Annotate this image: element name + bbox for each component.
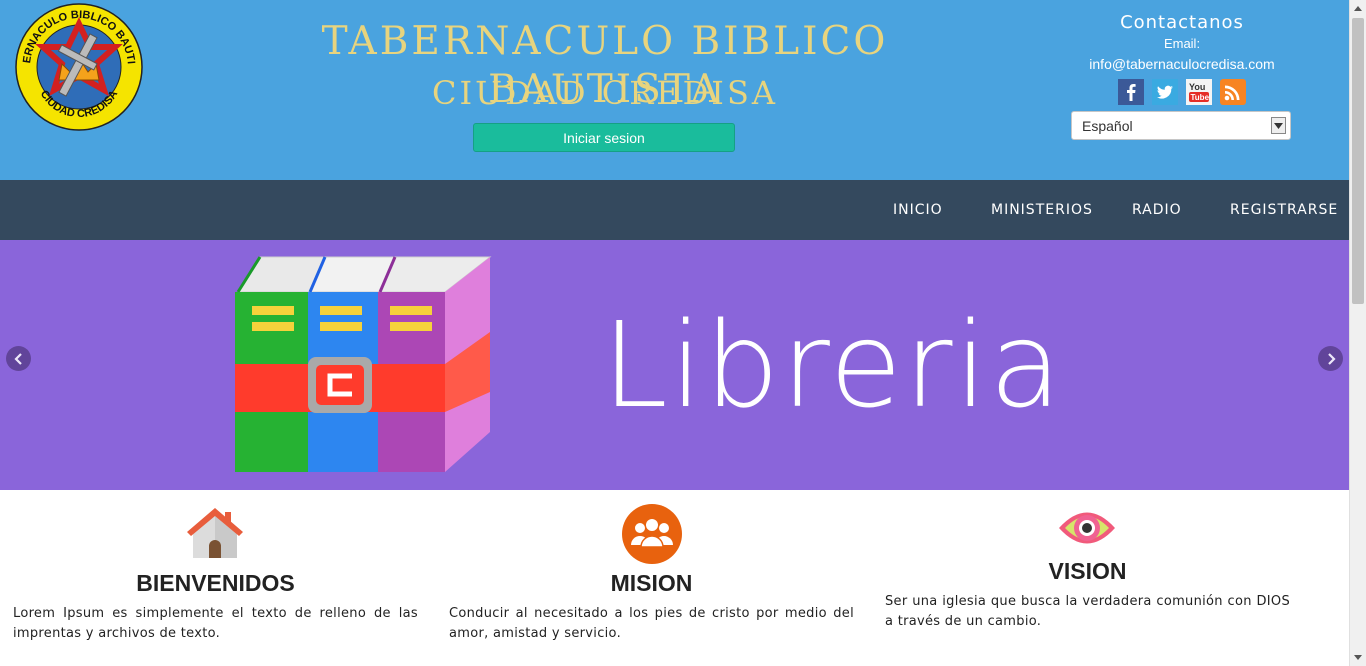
site-header: TABERNACULO BIBLICO BAUTISTA CIUDAD CRED…	[0, 0, 1349, 180]
scroll-up-icon[interactable]	[1350, 0, 1366, 17]
feature-text: Lorem Ipsum es simplemente el texto de r…	[13, 606, 418, 641]
svg-text:You: You	[1189, 82, 1205, 92]
contact-title: Contactanos	[1120, 12, 1244, 33]
nav-item-registrarse[interactable]: REGISTRARSE	[1230, 180, 1338, 240]
group-icon	[621, 503, 683, 569]
youtube-icon[interactable]: You Tube	[1186, 79, 1212, 105]
nav-item-ministerios[interactable]: MINISTERIOS	[991, 180, 1093, 240]
page-scrollbar[interactable]	[1349, 0, 1366, 666]
feature-text: Ser una iglesia que busca la verdadera c…	[885, 594, 1290, 629]
facebook-icon[interactable]	[1118, 79, 1144, 105]
email-label: Email:	[1163, 36, 1201, 51]
books-illustration	[230, 109, 500, 481]
chevron-right-icon	[1327, 352, 1336, 365]
twitter-icon[interactable]	[1152, 79, 1178, 105]
language-value: Español	[1082, 118, 1133, 134]
chevron-left-icon	[13, 352, 22, 365]
church-logo[interactable]: TABERNACULO BIBLICO BAUTISTA CIUDAD CRED…	[10, 0, 144, 132]
carousel-next-button[interactable]	[1318, 346, 1343, 371]
feature-title: BIENVENIDOS	[136, 570, 295, 596]
language-select[interactable]: Español	[1071, 111, 1291, 140]
banner-title: Libreria	[602, 296, 1064, 434]
feature-text: Conducir al necesitado a los pies de cri…	[449, 606, 854, 641]
chevron-down-icon[interactable]	[1271, 117, 1286, 134]
page: TABERNACULO BIBLICO BAUTISTA CIUDAD CRED…	[0, 0, 1349, 666]
login-button[interactable]: Iniciar sesion	[473, 123, 735, 152]
email-link[interactable]: info@tabernaculocredisa.com	[1068, 52, 1296, 76]
scroll-down-icon[interactable]	[1350, 649, 1366, 666]
nav-item-inicio[interactable]: INICIO	[893, 180, 943, 240]
scrollbar-thumb[interactable]	[1352, 18, 1364, 304]
house-icon	[185, 506, 245, 562]
svg-text:Tube: Tube	[1191, 93, 1210, 102]
carousel-prev-button[interactable]	[6, 346, 31, 371]
feature-title: VISION	[1048, 558, 1127, 584]
main-nav: INICIO MINISTERIOS RADIO REGISTRARSE	[0, 180, 1349, 240]
nav-item-radio[interactable]: RADIO	[1132, 180, 1182, 240]
site-subtitle: CIUDAD CREDISA	[432, 74, 778, 112]
rss-icon[interactable]	[1220, 79, 1246, 105]
contact-block: Contactanos Email: info@tabernaculocredi…	[1068, 10, 1296, 76]
social-links: You Tube	[1118, 79, 1246, 105]
eye-icon	[1057, 505, 1117, 555]
feature-title: MISION	[610, 570, 693, 596]
